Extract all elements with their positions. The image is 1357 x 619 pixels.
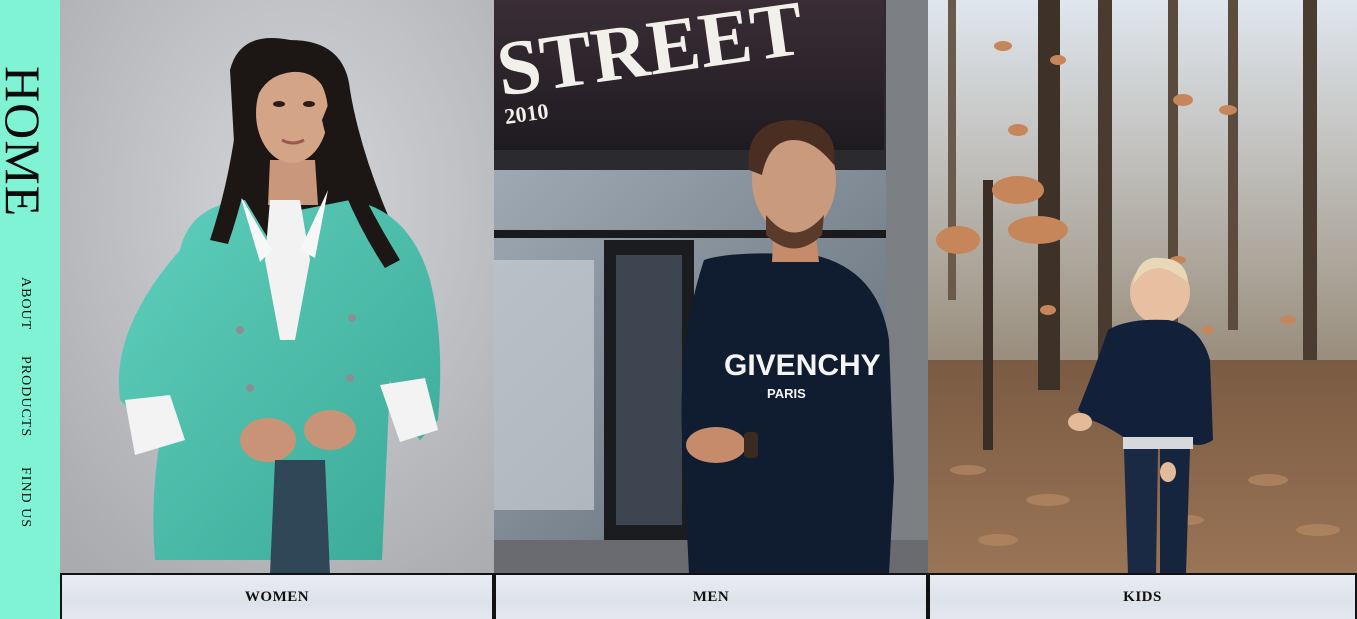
men-label: MEN [692, 588, 730, 605]
nav-products-link[interactable]: PRODUCTS [17, 356, 33, 437]
men-category-button[interactable]: MEN [494, 573, 928, 619]
nav-about-link[interactable]: ABOUT [17, 277, 33, 330]
sidebar-nav: HOME ABOUT PRODUCTS FIND US [0, 0, 60, 619]
women-label: WOMEN [244, 588, 310, 605]
home-link[interactable]: HOME [0, 66, 51, 217]
kids-category-button[interactable]: KIDS [928, 573, 1357, 619]
kids-label: KIDS [1123, 588, 1162, 605]
women-category-button[interactable]: WOMEN [60, 573, 494, 619]
women-photo [60, 0, 494, 574]
kids-category-panel[interactable]: KIDS [928, 0, 1357, 619]
sweater-sub-text: PARIS [767, 386, 806, 401]
nav-find-us-link[interactable]: FIND US [17, 467, 33, 528]
men-photo: STREET 2010 GIVENCHY PARIS [494, 0, 928, 574]
sweater-brand-text: GIVENCHY [724, 349, 881, 382]
kids-photo [928, 0, 1357, 574]
women-category-panel[interactable]: WOMEN [60, 0, 494, 619]
men-category-panel[interactable]: STREET 2010 GIVENCHY PARIS MEN [494, 0, 928, 619]
